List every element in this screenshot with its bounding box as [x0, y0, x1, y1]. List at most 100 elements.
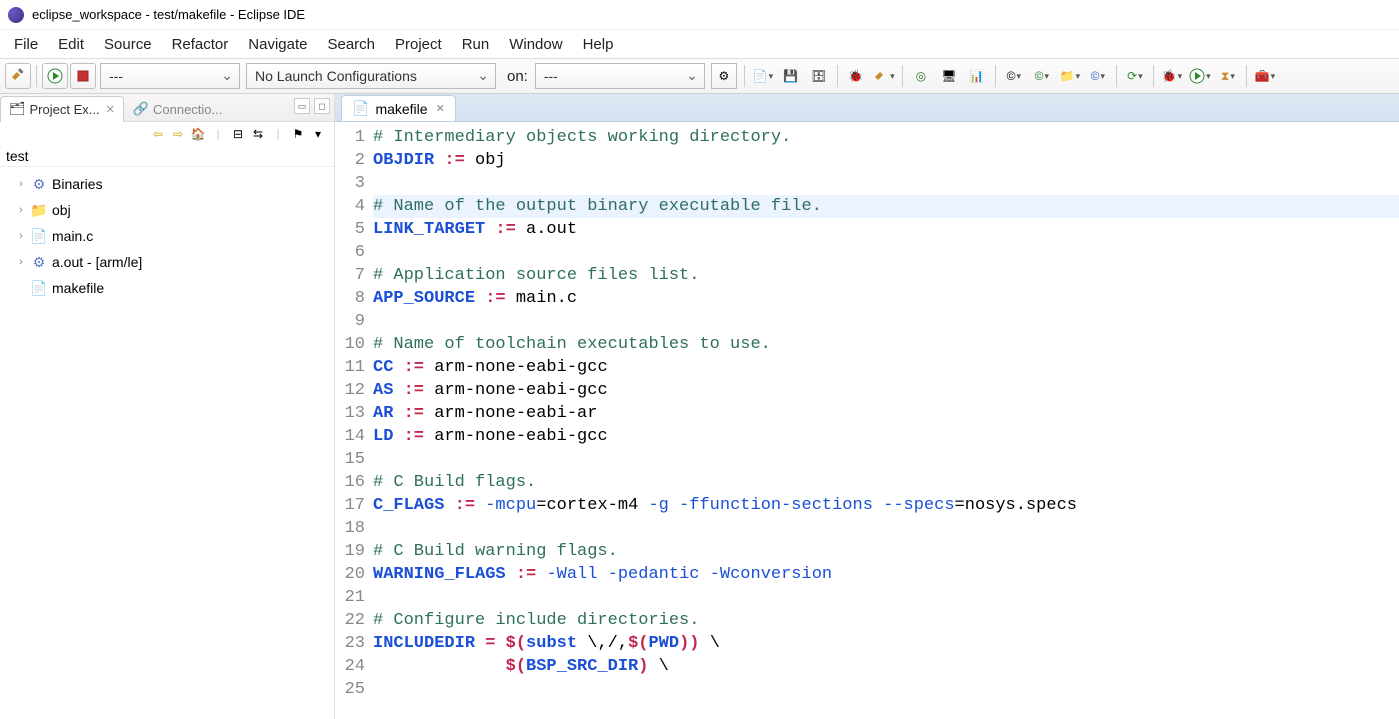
target-button[interactable]: ◎	[908, 63, 934, 89]
new-file-button[interactable]: ©▾	[1085, 63, 1111, 89]
panel-controls: ▭ ◻	[294, 98, 330, 114]
expand-icon[interactable]: ›	[14, 178, 28, 190]
menu-search[interactable]: Search	[317, 33, 385, 56]
menu-edit[interactable]: Edit	[48, 33, 94, 56]
workbench: 🗂 Project Ex... ✕ 🔗 Connectio... ▭ ◻ ⇦ ⇨…	[0, 94, 1399, 719]
profile-icon: ⧗	[1221, 70, 1229, 82]
types-icon: 📊	[969, 70, 984, 82]
launch-config-combo[interactable]: No Launch Configurations	[246, 63, 496, 89]
close-icon[interactable]: ✕	[106, 103, 115, 116]
ext-tools-icon: 🧰	[1255, 70, 1270, 82]
gear-icon: ⚙	[718, 70, 729, 82]
sep: |	[269, 125, 287, 143]
new-button[interactable]: 📄▾	[750, 63, 776, 89]
launch-config-value: No Launch Configurations	[255, 68, 417, 84]
dropdown-arrow-icon: ▾	[1045, 71, 1050, 82]
target-icon: ◎	[916, 70, 926, 82]
menu-window[interactable]: Window	[499, 33, 572, 56]
line-number-gutter: 1234567891011121314151617181920212223242…	[335, 122, 369, 719]
forward-button[interactable]: ⇨	[169, 125, 187, 143]
binaries-icon: ⚙	[30, 176, 48, 192]
save-all-icon: 🗄	[811, 70, 826, 82]
view-menu-button[interactable]: ▾	[309, 125, 327, 143]
eclipse-icon	[8, 7, 24, 23]
run-dropdown-button[interactable]: ▾	[1187, 63, 1213, 89]
debug-bug-button[interactable]: 🐞	[843, 63, 869, 89]
home-button[interactable]: 🏠	[189, 125, 207, 143]
tree-item[interactable]: ›📁obj	[2, 197, 332, 223]
build-hammer2-button[interactable]: ▾	[871, 63, 897, 89]
console-icon: 🖥	[941, 70, 956, 82]
menu-source[interactable]: Source	[94, 33, 162, 56]
dropdown-arrow-icon: ▾	[1206, 71, 1211, 82]
menu-project[interactable]: Project	[385, 33, 452, 56]
types-button[interactable]: 📊	[964, 63, 990, 89]
connections-tab[interactable]: 🔗 Connectio...	[124, 96, 232, 122]
makefile-icon: 📄	[30, 280, 48, 296]
tree-item-label: Binaries	[52, 176, 103, 192]
minimize-panel-button[interactable]: ▭	[294, 98, 310, 114]
toolbar-separator	[744, 65, 745, 87]
new-class-button[interactable]: ©▾	[1029, 63, 1055, 89]
launch-target-combo[interactable]: ---	[535, 63, 705, 89]
run-button[interactable]	[42, 63, 68, 89]
code-area[interactable]: # Intermediary objects working directory…	[369, 122, 1399, 719]
debug-button[interactable]: 🐞▾	[1159, 63, 1185, 89]
tab-label: Connectio...	[153, 102, 222, 117]
tree-item-label: obj	[52, 202, 71, 218]
menu-file[interactable]: File	[4, 33, 48, 56]
menu-refactor[interactable]: Refactor	[162, 33, 239, 56]
expand-icon[interactable]: ›	[14, 256, 28, 268]
tree-item[interactable]: 📄makefile	[2, 275, 332, 301]
menu-run[interactable]: Run	[452, 33, 500, 56]
folder-icon: 📁	[30, 202, 48, 218]
cfile-icon: 📄	[30, 228, 48, 244]
profile-button[interactable]: ⧗▾	[1215, 63, 1241, 89]
tree-item[interactable]: ›📄main.c	[2, 223, 332, 249]
toolbar-separator	[837, 65, 838, 87]
bug-icon: 🐞	[848, 70, 863, 82]
stop-button[interactable]	[70, 63, 96, 89]
expand-icon[interactable]: ›	[14, 204, 28, 216]
collapse-all-button[interactable]: ⊟	[229, 125, 247, 143]
refresh-button[interactable]: ⟳▾	[1122, 63, 1148, 89]
back-button[interactable]: ⇦	[149, 125, 167, 143]
binary-icon: ⚙	[30, 254, 48, 270]
menu-navigate[interactable]: Navigate	[238, 33, 317, 56]
editor-body[interactable]: 1234567891011121314151617181920212223242…	[335, 122, 1399, 719]
main-toolbar: --- No Launch Configurations on: --- ⚙ 📄…	[0, 58, 1399, 94]
tree-item[interactable]: ›⚙Binaries	[2, 171, 332, 197]
project-explorer-tab[interactable]: 🗂 Project Ex... ✕	[0, 96, 124, 122]
new-cpp-button[interactable]: ©▾	[1001, 63, 1027, 89]
project-root[interactable]: test	[0, 146, 334, 167]
save-button[interactable]: 💾	[778, 63, 804, 89]
cpp-icon: ©	[1007, 70, 1016, 82]
project-tree: ›⚙Binaries›📁obj›📄main.c›⚙a.out - [arm/le…	[0, 167, 334, 305]
dropdown-arrow-icon: ▾	[1138, 71, 1143, 82]
maximize-panel-button[interactable]: ◻	[314, 98, 330, 114]
save-icon: 💾	[783, 70, 798, 82]
close-icon[interactable]: ✕	[436, 102, 445, 115]
editor-tab-makefile[interactable]: 📄 makefile ✕	[341, 95, 456, 121]
expand-icon[interactable]: ›	[14, 230, 28, 242]
build-hammer-button[interactable]	[5, 63, 31, 89]
refresh-icon: ⟳	[1127, 70, 1137, 82]
on-label: on:	[507, 68, 528, 85]
project-explorer-icon: 🗂	[9, 101, 26, 117]
dropdown-arrow-icon: ▾	[1271, 71, 1276, 82]
launch-settings-button[interactable]: ⚙	[711, 63, 737, 89]
launch-mode-combo[interactable]: ---	[100, 63, 240, 89]
new-folder-button[interactable]: 📁▾	[1057, 63, 1083, 89]
launch-target-value: ---	[544, 68, 558, 84]
toolbar-separator	[902, 65, 903, 87]
dropdown-arrow-icon: ▾	[769, 71, 774, 82]
menubar: FileEditSourceRefactorNavigateSearchProj…	[0, 30, 1399, 58]
menu-help[interactable]: Help	[573, 33, 624, 56]
folder-icon: 📁	[1060, 70, 1075, 82]
console-button[interactable]: 🖥	[936, 63, 962, 89]
save-all-button[interactable]: 🗄	[806, 63, 832, 89]
ext-tools-button[interactable]: 🧰▾	[1252, 63, 1278, 89]
filter-button[interactable]: ⚑	[289, 125, 307, 143]
link-editor-button[interactable]: ⇆	[249, 125, 267, 143]
tree-item[interactable]: ›⚙a.out - [arm/le]	[2, 249, 332, 275]
